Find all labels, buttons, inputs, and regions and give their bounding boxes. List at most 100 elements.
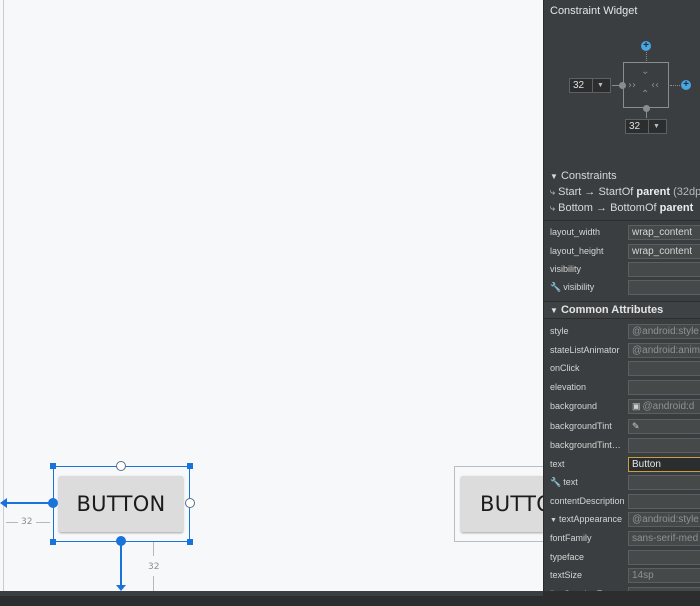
eyedropper-icon[interactable]: ✎ — [632, 420, 640, 433]
prop-row-layout-width: layout_width wrap_content — [544, 224, 700, 242]
visibility-field[interactable] — [628, 262, 700, 277]
prop-label: contentDescription — [550, 496, 625, 506]
left-constraint-knob[interactable] — [619, 82, 626, 89]
resize-handle-bottom-right[interactable] — [187, 539, 193, 545]
common-attributes-label: Common Attributes — [560, 304, 664, 316]
left-margin-spinner[interactable]: 32 ▼ — [569, 78, 611, 93]
prop-row-background: background ▣ @android:d — [544, 398, 700, 416]
constraints-section-header[interactable]: ▼ Constraints — [550, 170, 617, 182]
prop-label: textAppearance — [558, 514, 622, 524]
constraint-widget: + ⌄ ⌃ ›› ‹‹ 32 ▼ + 32 ▼ — [544, 30, 700, 170]
layout-width-field[interactable]: wrap_content — [628, 225, 700, 240]
constraint-target: parent — [659, 202, 694, 214]
prop-label: background — [550, 401, 598, 411]
preview-button-label: BUTTO — [480, 492, 543, 516]
onclick-field[interactable] — [628, 361, 700, 376]
prop-label-wrap: 🔧 text — [550, 477, 578, 488]
add-end-constraint-icon[interactable]: + — [681, 80, 691, 90]
background-value: @android:d — [642, 401, 695, 412]
text-field[interactable]: Button — [628, 457, 700, 472]
prop-label: textSize — [550, 570, 583, 580]
start-dimension-guide — [6, 522, 18, 523]
prop-label: layout_width — [550, 227, 601, 237]
prop-label-wrap: 🔧 visibility — [550, 282, 594, 293]
collapse-triangle-icon: ▼ — [550, 306, 558, 315]
prop-label: onClick — [550, 363, 580, 373]
prop-row-layout-height: layout_height wrap_content — [544, 243, 700, 261]
start-constraint-arrow — [0, 498, 7, 508]
width-wrap-icon-right: ‹‹ — [651, 80, 659, 91]
background-tint-field[interactable]: ✎ — [628, 419, 700, 434]
prop-label: layout_height — [550, 246, 604, 256]
prop-row-background-tint: backgroundTint ✎ — [544, 418, 700, 436]
collapse-triangle-icon: ▼ — [550, 172, 558, 181]
prop-row-style: style @android:style — [544, 323, 700, 341]
height-wrap-icon-bottom: ⌃ — [641, 89, 650, 100]
prop-row-elevation: elevation — [544, 379, 700, 397]
prop-label-wrap: ▼ textAppearance — [550, 514, 622, 524]
prop-label: fontFamily — [550, 533, 592, 543]
constraint-to: BottomOf — [610, 202, 657, 214]
resize-handle-top-left[interactable] — [50, 463, 56, 469]
text-appearance-field[interactable]: @android:style — [628, 512, 700, 527]
text-size-field[interactable]: 14sp — [628, 568, 700, 583]
selection-box — [53, 466, 190, 542]
design-canvas[interactable]: BUTTON 32 32 BUTTO — [0, 0, 544, 591]
line-spacing-extra-field[interactable] — [628, 587, 700, 591]
prop-row-content-description: contentDescription — [544, 493, 700, 511]
top-dotted-connector — [646, 52, 647, 61]
bottom-dimension-guide — [153, 542, 154, 556]
prop-row-onclick: onClick — [544, 360, 700, 378]
prop-label: text — [563, 477, 578, 487]
attributes-panel: Constraint Widget + ⌄ ⌃ ›› ‹‹ 32 ▼ + 32 … — [543, 0, 700, 591]
prop-row-text: text Button — [544, 456, 700, 474]
constraint-from: Bottom — [558, 202, 593, 214]
constraint-extra: (32dp — [673, 186, 700, 198]
style-field[interactable]: @android:style — [628, 324, 700, 339]
chevron-down-icon[interactable]: ▼ — [648, 120, 664, 133]
width-wrap-icon-left: ›› — [628, 80, 636, 91]
layout-height-field[interactable]: wrap_content — [628, 244, 700, 259]
resize-handle-bottom-left[interactable] — [50, 539, 56, 545]
bottom-margin-value: 32 — [629, 121, 641, 132]
constraint-to: StartOf — [598, 186, 634, 198]
panel-title: Constraint Widget — [550, 5, 638, 17]
prop-label: elevation — [550, 382, 587, 392]
preview-button-widget[interactable]: BUTTO — [461, 476, 543, 532]
constraint-bottom-row[interactable]: ⤷ Bottom → BottomOf parent — [550, 202, 693, 214]
state-list-animator-field[interactable]: @android:anim — [628, 343, 700, 358]
prop-label: backgroundTint… — [550, 440, 621, 450]
prop-label: visibility — [563, 282, 595, 292]
canvas-bottom-bar — [0, 591, 700, 606]
left-margin-value: 32 — [573, 80, 585, 91]
resize-handle-top-right[interactable] — [187, 463, 193, 469]
background-field[interactable]: ▣ @android:d — [628, 399, 700, 414]
add-top-constraint-icon[interactable]: + — [641, 41, 651, 51]
bottom-dimension-guide-lower — [153, 576, 154, 591]
elevation-field[interactable] — [628, 380, 700, 395]
prop-row-background-tint-mode: backgroundTint… — [544, 437, 700, 455]
font-family-field[interactable]: sans-serif-med — [628, 531, 700, 546]
constraint-arrow: → — [584, 186, 596, 198]
constraint-start-row[interactable]: ⤷ Start → StartOf parent (32dp — [550, 186, 700, 198]
prop-label: visibility — [550, 264, 582, 274]
collapse-triangle-icon[interactable]: ▼ — [550, 517, 557, 524]
bottom-margin-spinner[interactable]: 32 ▼ — [625, 119, 667, 134]
prop-row-text-appearance: ▼ textAppearance @android:style — [544, 511, 700, 529]
prop-row-font-family: fontFamily sans-serif-med — [544, 530, 700, 548]
constraint-target: parent — [636, 186, 670, 198]
prop-row-visibility: visibility — [544, 261, 700, 279]
common-attributes-header[interactable]: ▼ Common Attributes — [544, 301, 700, 319]
bottom-margin-label: 32 — [148, 562, 160, 572]
tools-text-field[interactable] — [628, 475, 700, 490]
tools-visibility-field[interactable] — [628, 280, 700, 295]
end-anchor[interactable] — [185, 498, 195, 508]
background-tint-mode-field[interactable] — [628, 438, 700, 453]
top-anchor[interactable] — [116, 461, 126, 471]
chevron-down-icon[interactable]: ▼ — [592, 79, 608, 92]
prop-label: style — [550, 326, 569, 336]
bottom-constraint-knob[interactable] — [643, 105, 650, 112]
prop-row-typeface: typeface — [544, 549, 700, 567]
typeface-field[interactable] — [628, 550, 700, 565]
content-description-field[interactable] — [628, 494, 700, 509]
